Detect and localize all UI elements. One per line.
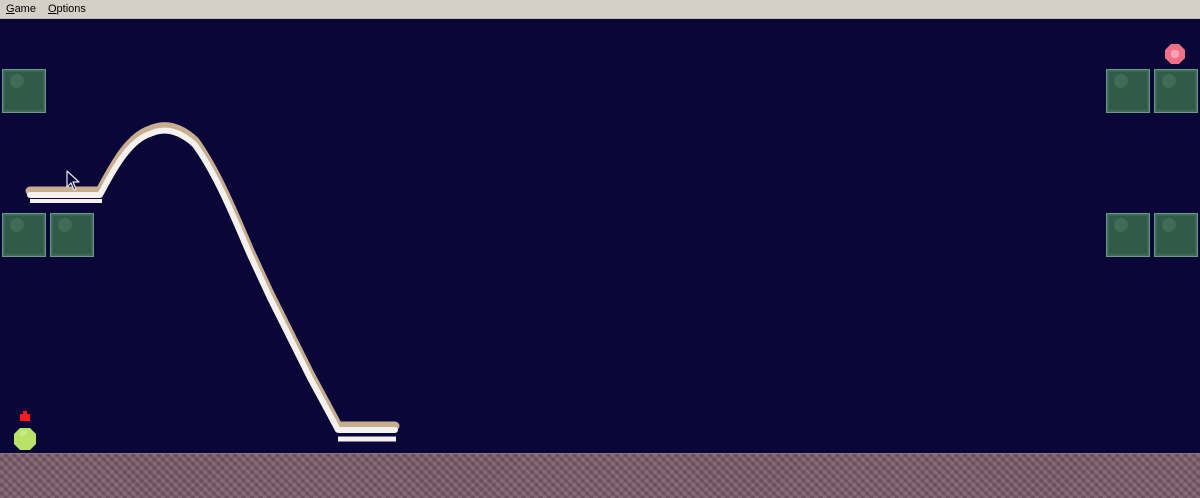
menu-game-mnemonic: G — [6, 2, 15, 15]
menu-bar: Game Options — [0, 0, 1200, 19]
game-canvas[interactable] — [0, 19, 1200, 498]
menu-game-label: ame — [14, 2, 36, 15]
ground-floor — [0, 453, 1200, 498]
game-window: Game Options — [0, 0, 1200, 498]
menu-game[interactable]: Game — [0, 0, 42, 19]
menu-options-mnemonic: O — [47, 2, 57, 15]
mouse-pointer-icon — [66, 170, 80, 191]
menu-options-label: ptions — [56, 2, 86, 15]
pink-octagon-gem-icon[interactable] — [1164, 43, 1186, 65]
green-octagon-ball-icon[interactable] — [13, 427, 37, 451]
red-marker-icon — [20, 411, 30, 421]
menu-options[interactable]: Options — [42, 0, 92, 19]
drawn-track-line — [25, 122, 400, 442]
